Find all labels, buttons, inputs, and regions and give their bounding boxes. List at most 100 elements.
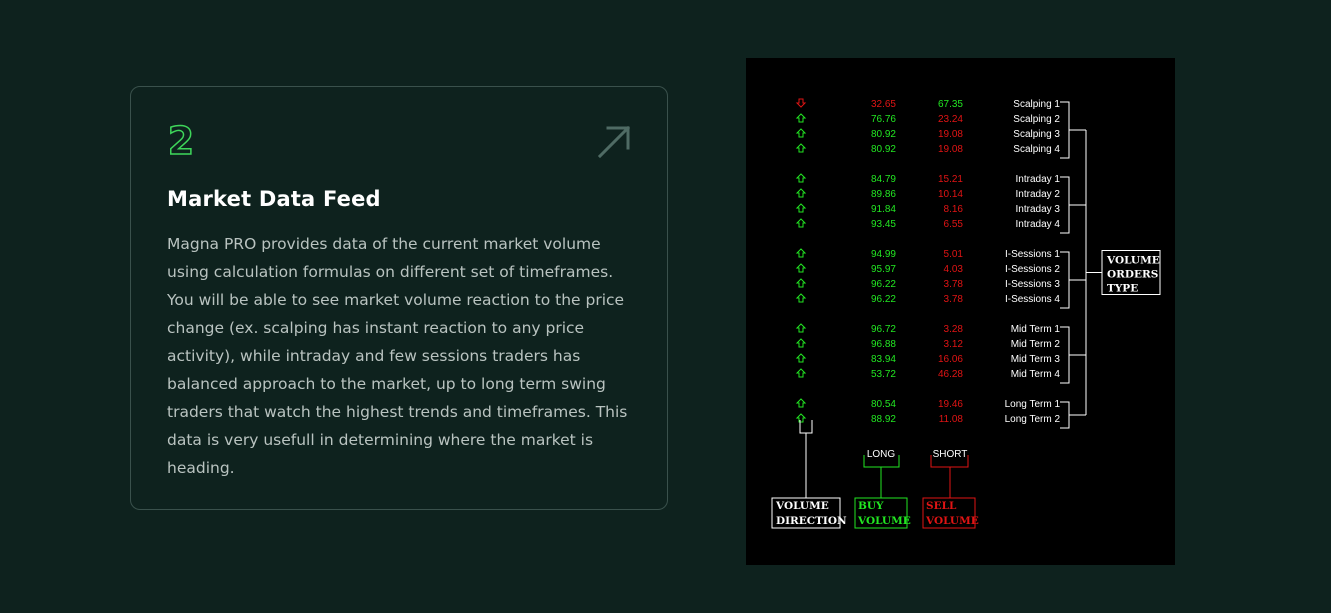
table-row: 80.92 19.08 Scalping 3 <box>795 128 1060 140</box>
order-type-label: Intraday 1 <box>1016 174 1061 185</box>
buy-volume-value: 76.76 <box>871 114 896 125</box>
arrow-up-icon <box>795 113 807 123</box>
sell-volume-value: 19.08 <box>938 129 963 140</box>
arrow-up-icon <box>795 398 807 408</box>
arrow-up-icon <box>795 248 807 258</box>
arrow-up-icon <box>795 368 807 378</box>
arrow-up-icon <box>795 128 807 138</box>
table-row: 89.86 10.14 Intraday 2 <box>795 188 1061 200</box>
buy-volume-label: VOLUME <box>857 515 911 527</box>
order-type-label: Intraday 4 <box>1016 219 1061 230</box>
order-type-label: Scalping 3 <box>1013 129 1060 140</box>
table-row: 96.22 3.78 I-Sessions 4 <box>795 293 1060 305</box>
buy-volume-label: BUY <box>858 500 884 512</box>
buy-volume-value: 95.97 <box>871 264 896 275</box>
buy-volume-value: 94.99 <box>871 249 896 260</box>
table-row: 32.65 67.35 Scalping 1 <box>795 98 1060 110</box>
sell-volume-value: 6.55 <box>944 219 964 230</box>
buy-volume-value: 83.94 <box>871 354 896 365</box>
volume-direction-label: DIRECTION <box>776 515 847 527</box>
buy-volume-value: 93.45 <box>871 219 896 230</box>
sell-volume-value: 8.16 <box>944 204 964 215</box>
sell-volume-label: VOLUME <box>925 515 979 527</box>
sell-volume-value: 19.08 <box>938 144 963 155</box>
sell-volume-value: 5.01 <box>944 249 964 260</box>
volume-orders-type-label: TYPE <box>1107 283 1138 295</box>
buy-volume-value: 96.22 <box>871 294 896 305</box>
table-row: 91.84 8.16 Intraday 3 <box>795 203 1061 215</box>
order-type-label: I-Sessions 1 <box>1005 249 1060 260</box>
sell-volume-value: 4.03 <box>944 264 964 275</box>
order-type-label: Mid Term 4 <box>1011 369 1061 380</box>
sell-volume-value: 3.12 <box>944 339 964 350</box>
volume-orders-type-label: ORDERS <box>1107 269 1158 281</box>
table-row: 94.99 5.01 I-Sessions 1 <box>795 248 1060 260</box>
sell-volume-value: 10.14 <box>938 189 963 200</box>
table-row: 83.94 16.06 Mid Term 3 <box>795 353 1061 365</box>
sell-volume-value: 11.08 <box>939 414 964 425</box>
order-type-label: Intraday 3 <box>1016 204 1061 215</box>
table-row: 80.92 19.08 Scalping 4 <box>795 143 1060 155</box>
sell-volume-value: 46.28 <box>938 369 963 380</box>
table-row: 76.76 23.24 Scalping 2 <box>795 113 1060 125</box>
arrow-up-icon <box>795 203 807 213</box>
card-description: Magna PRO provides data of the current m… <box>167 235 628 477</box>
order-type-label: Long Term 2 <box>1005 414 1061 425</box>
arrow-up-icon <box>795 173 807 183</box>
volume-table-diagram: 32.65 67.35 Scalping 1 76.76 23.24 Scalping 2… <box>771 98 1161 529</box>
table-row: 96.88 3.12 Mid Term 2 <box>795 338 1061 350</box>
sell-volume-value: 23.24 <box>938 114 963 125</box>
arrow-up-icon <box>795 293 807 303</box>
buy-volume-value: 96.22 <box>871 279 896 290</box>
card-title: Market Data Feed <box>167 187 381 211</box>
table-row: 95.97 4.03 I-Sessions 2 <box>795 263 1060 275</box>
order-type-label: Long Term 1 <box>1005 399 1061 410</box>
short-label: SHORT <box>933 449 968 460</box>
buy-volume-value: 84.79 <box>871 174 896 185</box>
buy-volume-value: 53.72 <box>871 369 896 380</box>
svg-text:2: 2 <box>168 121 194 161</box>
arrow-up-icon <box>795 338 807 348</box>
table-row: 88.92 11.08 Long Term 2 <box>795 413 1061 425</box>
buy-volume-value: 91.84 <box>871 204 896 215</box>
volume-table-panel: 32.65 67.35 Scalping 1 76.76 23.24 Scalping 2… <box>746 58 1175 565</box>
order-type-label: I-Sessions 4 <box>1005 294 1060 305</box>
order-type-label: Intraday 2 <box>1016 189 1061 200</box>
table-row: 93.45 6.55 Intraday 4 <box>795 218 1061 230</box>
sell-volume-value: 67.35 <box>938 99 963 110</box>
order-type-label: Mid Term 2 <box>1011 339 1061 350</box>
sell-volume-value: 3.28 <box>944 324 964 335</box>
arrow-down-icon <box>795 98 807 108</box>
order-type-label: Mid Term 1 <box>1011 324 1061 335</box>
table-row: 96.72 3.28 Mid Term 1 <box>795 323 1061 335</box>
arrow-up-icon <box>795 218 807 228</box>
sell-volume-value: 19.46 <box>938 399 963 410</box>
volume-direction-label: VOLUME <box>775 500 829 512</box>
order-type-label: Scalping 1 <box>1013 99 1060 110</box>
arrow-up-icon <box>795 143 807 153</box>
sell-volume-value: 16.06 <box>938 354 963 365</box>
table-row: 80.54 19.46 Long Term 1 <box>795 398 1061 410</box>
table-row: 96.22 3.78 I-Sessions 3 <box>795 278 1060 290</box>
arrow-up-icon <box>795 323 807 333</box>
step-number: 2 <box>167 121 195 161</box>
arrow-up-icon <box>795 413 807 423</box>
sell-volume-value: 3.78 <box>944 294 964 305</box>
buy-volume-value: 96.88 <box>871 339 896 350</box>
arrow-up-icon <box>795 263 807 273</box>
buy-volume-value: 88.92 <box>871 414 896 425</box>
buy-volume-value: 32.65 <box>871 99 896 110</box>
arrow-up-right-icon[interactable] <box>597 125 631 159</box>
order-type-label: Mid Term 3 <box>1011 354 1061 365</box>
buy-volume-value: 80.92 <box>871 129 896 140</box>
order-type-label: Scalping 2 <box>1013 114 1060 125</box>
feature-card: 2 Market Data Feed Magna PRO provides da… <box>130 86 668 510</box>
arrow-up-icon <box>795 353 807 363</box>
table-row: 53.72 46.28 Mid Term 4 <box>795 368 1061 380</box>
sell-volume-label: SELL <box>926 500 957 512</box>
buy-volume-value: 89.86 <box>871 189 896 200</box>
arrow-up-icon <box>795 188 807 198</box>
buy-volume-value: 80.92 <box>871 144 896 155</box>
sell-volume-value: 3.78 <box>944 279 964 290</box>
arrow-up-icon <box>795 278 807 288</box>
